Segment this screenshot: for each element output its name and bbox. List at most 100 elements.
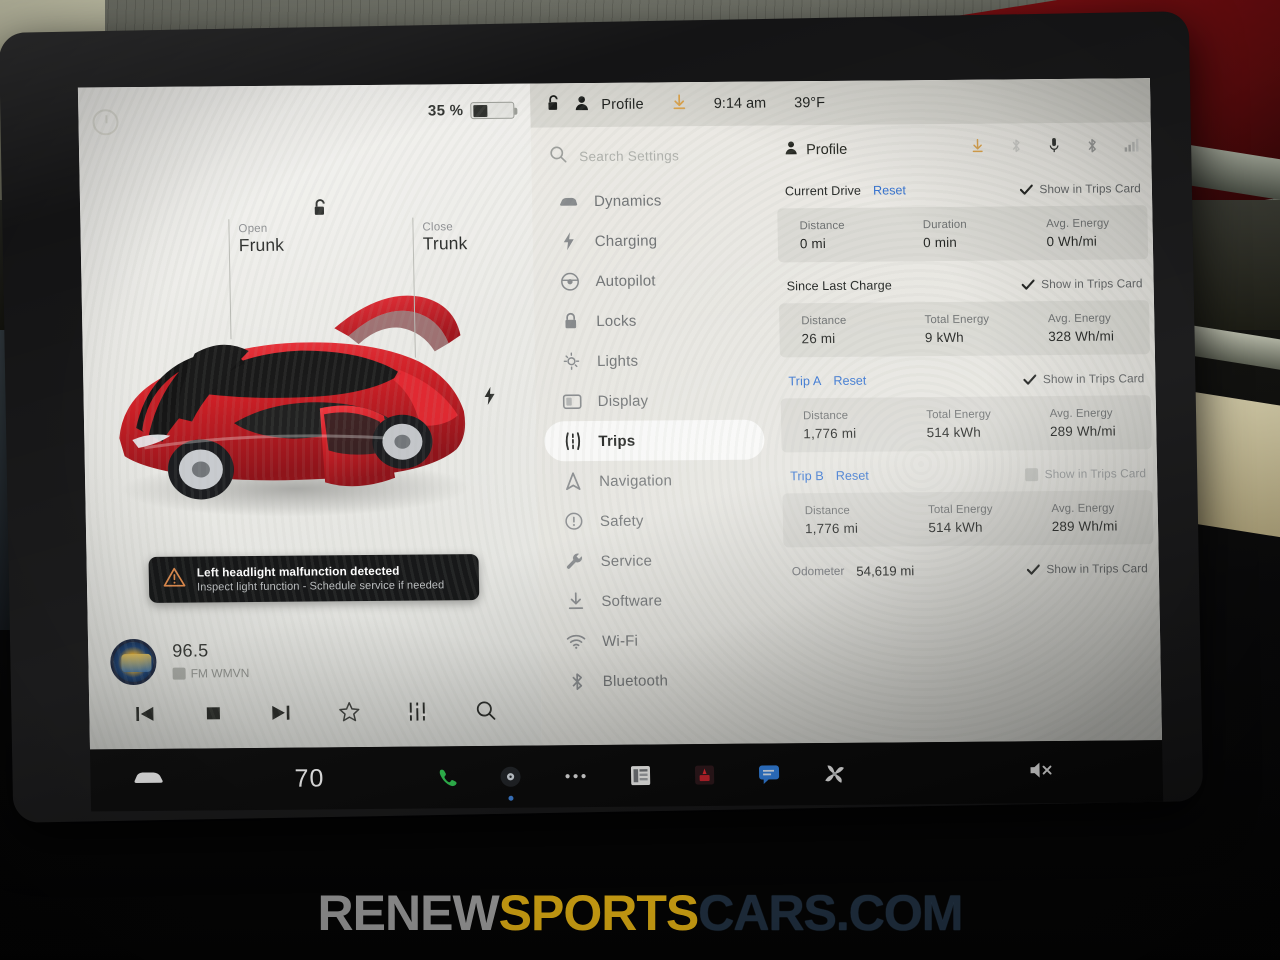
sidebar-item-wi-fi[interactable]: Wi-Fi (548, 620, 769, 662)
bluetooth-faded-icon[interactable] (1010, 138, 1022, 158)
search-row[interactable]: Search Settings (549, 137, 800, 173)
watermark-part-1: RENEW (317, 885, 500, 941)
taskbar-apps (436, 762, 846, 801)
favorite-button[interactable] (338, 701, 360, 727)
sidebar-item-bluetooth[interactable]: Bluetooth (548, 659, 769, 701)
car-control-panel: 35 % Open Frunk Close Trunk Left headlig… (77, 83, 543, 750)
trip-stat-cell: Total Energy 514 kWh (904, 408, 1028, 440)
trip-sections: Current Drive Reset Show in Trips Card Dist… (777, 177, 1154, 548)
trip-stat-value: 0 mi (799, 235, 827, 251)
sidebar-item-label: Wi-Fi (601, 632, 639, 650)
cabin-temperature-label[interactable]: 70 (294, 764, 324, 793)
person-icon[interactable] (574, 95, 589, 116)
media-search-button[interactable] (475, 700, 496, 726)
sidebar-item-charging[interactable]: Charging (540, 220, 761, 262)
trip-stat-cell: Total Energy 9 kWh (902, 313, 1026, 345)
trip-stat-key: Total Energy (927, 503, 993, 516)
trip-section: Since Last Charge Show in Trips Card Dista… (778, 272, 1150, 358)
checkbox-unchecked-icon (1024, 467, 1038, 481)
clock-label: 9:14 am (713, 95, 767, 112)
trip-stats-row: Distance 26 mi Total Energy 9 kWh Avg. Energ… (778, 300, 1150, 358)
trip-section-header: Current Drive Reset Show in Trips Card (777, 177, 1147, 202)
profile-status-icons (971, 136, 1146, 160)
download-arrow-icon[interactable] (971, 138, 984, 159)
theater-icon[interactable] (693, 764, 715, 786)
trip-stat-value: 26 mi (801, 330, 836, 346)
odometer-show-in-trips-checkbox[interactable]: Show in Trips Card (1026, 561, 1154, 576)
trip-stat-value: 0 min (923, 234, 958, 250)
bluetooth-icon[interactable] (1086, 137, 1098, 158)
trip-section-header: Trip B Reset Show in Trips Card (782, 462, 1152, 487)
signal-bars-icon[interactable] (1124, 137, 1140, 157)
timer-icon[interactable] (92, 109, 119, 136)
trip-stats-row: Distance 0 mi Duration 0 min Avg. Energy 0 Wh… (777, 205, 1149, 263)
profile-row[interactable]: Profile (776, 130, 1147, 167)
status-bar: Profile 9:14 am 39°F (529, 78, 1151, 128)
calendar-icon[interactable] (629, 765, 651, 787)
sidebar-item-label: Autopilot (595, 271, 656, 290)
download-icon (565, 592, 585, 610)
watermark-part-2: SPORTS (498, 885, 700, 941)
stop-button[interactable] (203, 704, 223, 727)
media-icon[interactable] (499, 766, 521, 801)
sidebar-item-autopilot[interactable]: Autopilot (541, 260, 762, 302)
reset-button[interactable]: Reset (873, 183, 906, 197)
equalizer-button[interactable] (406, 701, 428, 726)
unlocked-padlock-icon[interactable] (546, 94, 562, 117)
trunk-control[interactable]: Close Trunk (412, 217, 468, 358)
trip-stat-value: 9 kWh (924, 329, 965, 345)
reset-button[interactable]: Reset (836, 469, 869, 483)
trip-section-title[interactable]: Trip A (788, 374, 821, 388)
phone-icon[interactable] (436, 767, 457, 788)
trip-section: Trip B Reset Show in Trips Card Distance 1,7… (782, 462, 1154, 548)
bluetooth-icon (567, 672, 587, 691)
sidebar-item-service[interactable]: Service (546, 540, 767, 582)
trip-section-title[interactable]: Trip B (790, 469, 824, 483)
sidebar-item-software[interactable]: Software (547, 580, 768, 622)
station-frequency: 96.5 (172, 640, 209, 661)
bottom-taskbar: 70 (90, 740, 1164, 812)
sidebar-item-label: Software (601, 591, 663, 610)
messages-icon[interactable] (757, 763, 780, 785)
next-track-button[interactable] (269, 703, 291, 726)
show-in-trips-checkbox[interactable]: Show in Trips Card (1022, 371, 1151, 387)
tesla-touchscreen-bezel: 35 % Open Frunk Close Trunk Left headlig… (0, 11, 1204, 823)
sidebar-item-safety[interactable]: Safety (546, 500, 767, 542)
sidebar-item-navigation[interactable]: Navigation (545, 460, 766, 502)
alert-toast[interactable]: Left headlight malfunction detected Insp… (148, 554, 480, 603)
alert-title: Left headlight malfunction detected (196, 563, 400, 580)
station-name: FM WMVN (190, 666, 250, 681)
download-arrow-icon[interactable] (672, 93, 686, 115)
checkbox-label: Show in Trips Card (1042, 371, 1145, 387)
sidebar-item-label: Service (600, 552, 653, 570)
trip-section-title: Since Last Charge (786, 278, 893, 294)
padlock-icon (560, 312, 580, 330)
sidebar-item-dynamics[interactable]: Dynamics (540, 180, 761, 222)
previous-track-button[interactable] (134, 704, 156, 727)
reset-button[interactable]: Reset (833, 374, 866, 388)
sidebar-item-display[interactable]: Display (543, 380, 764, 422)
show-in-trips-checkbox[interactable]: Show in Trips Card (1019, 181, 1147, 196)
show-in-trips-checkbox[interactable]: Show in Trips Card (1024, 466, 1153, 481)
trip-stat-cell: Duration 0 min (901, 218, 1025, 250)
trip-stat-key: Distance (802, 409, 849, 422)
checkbox-checked-icon (1019, 183, 1033, 196)
search-input[interactable]: Search Settings (579, 148, 679, 164)
mute-icon[interactable] (1028, 760, 1054, 785)
car-icon[interactable] (132, 769, 164, 791)
show-in-trips-checkbox[interactable]: Show in Trips Card (1021, 276, 1149, 291)
profile-label: Profile (601, 96, 644, 113)
sun-lights-icon (561, 352, 581, 370)
trip-stat-key: Distance (799, 219, 845, 232)
microphone-icon[interactable] (1048, 137, 1060, 159)
trip-stat-cell: Avg. Energy 328 Wh/mi (1026, 312, 1150, 344)
trip-stat-cell: Distance 0 mi (777, 219, 901, 251)
unlocked-padlock-icon[interactable] (312, 198, 329, 222)
apps-dots-icon[interactable] (563, 772, 587, 780)
sidebar-item-locks[interactable]: Locks (542, 300, 763, 342)
trip-stat-cell: Distance 26 mi (779, 314, 903, 346)
fan-icon[interactable] (822, 762, 846, 786)
sidebar-item-trips[interactable]: Trips (544, 419, 765, 462)
sidebar-item-lights[interactable]: Lights (543, 340, 764, 382)
frunk-control[interactable]: Open Frunk (228, 219, 284, 340)
